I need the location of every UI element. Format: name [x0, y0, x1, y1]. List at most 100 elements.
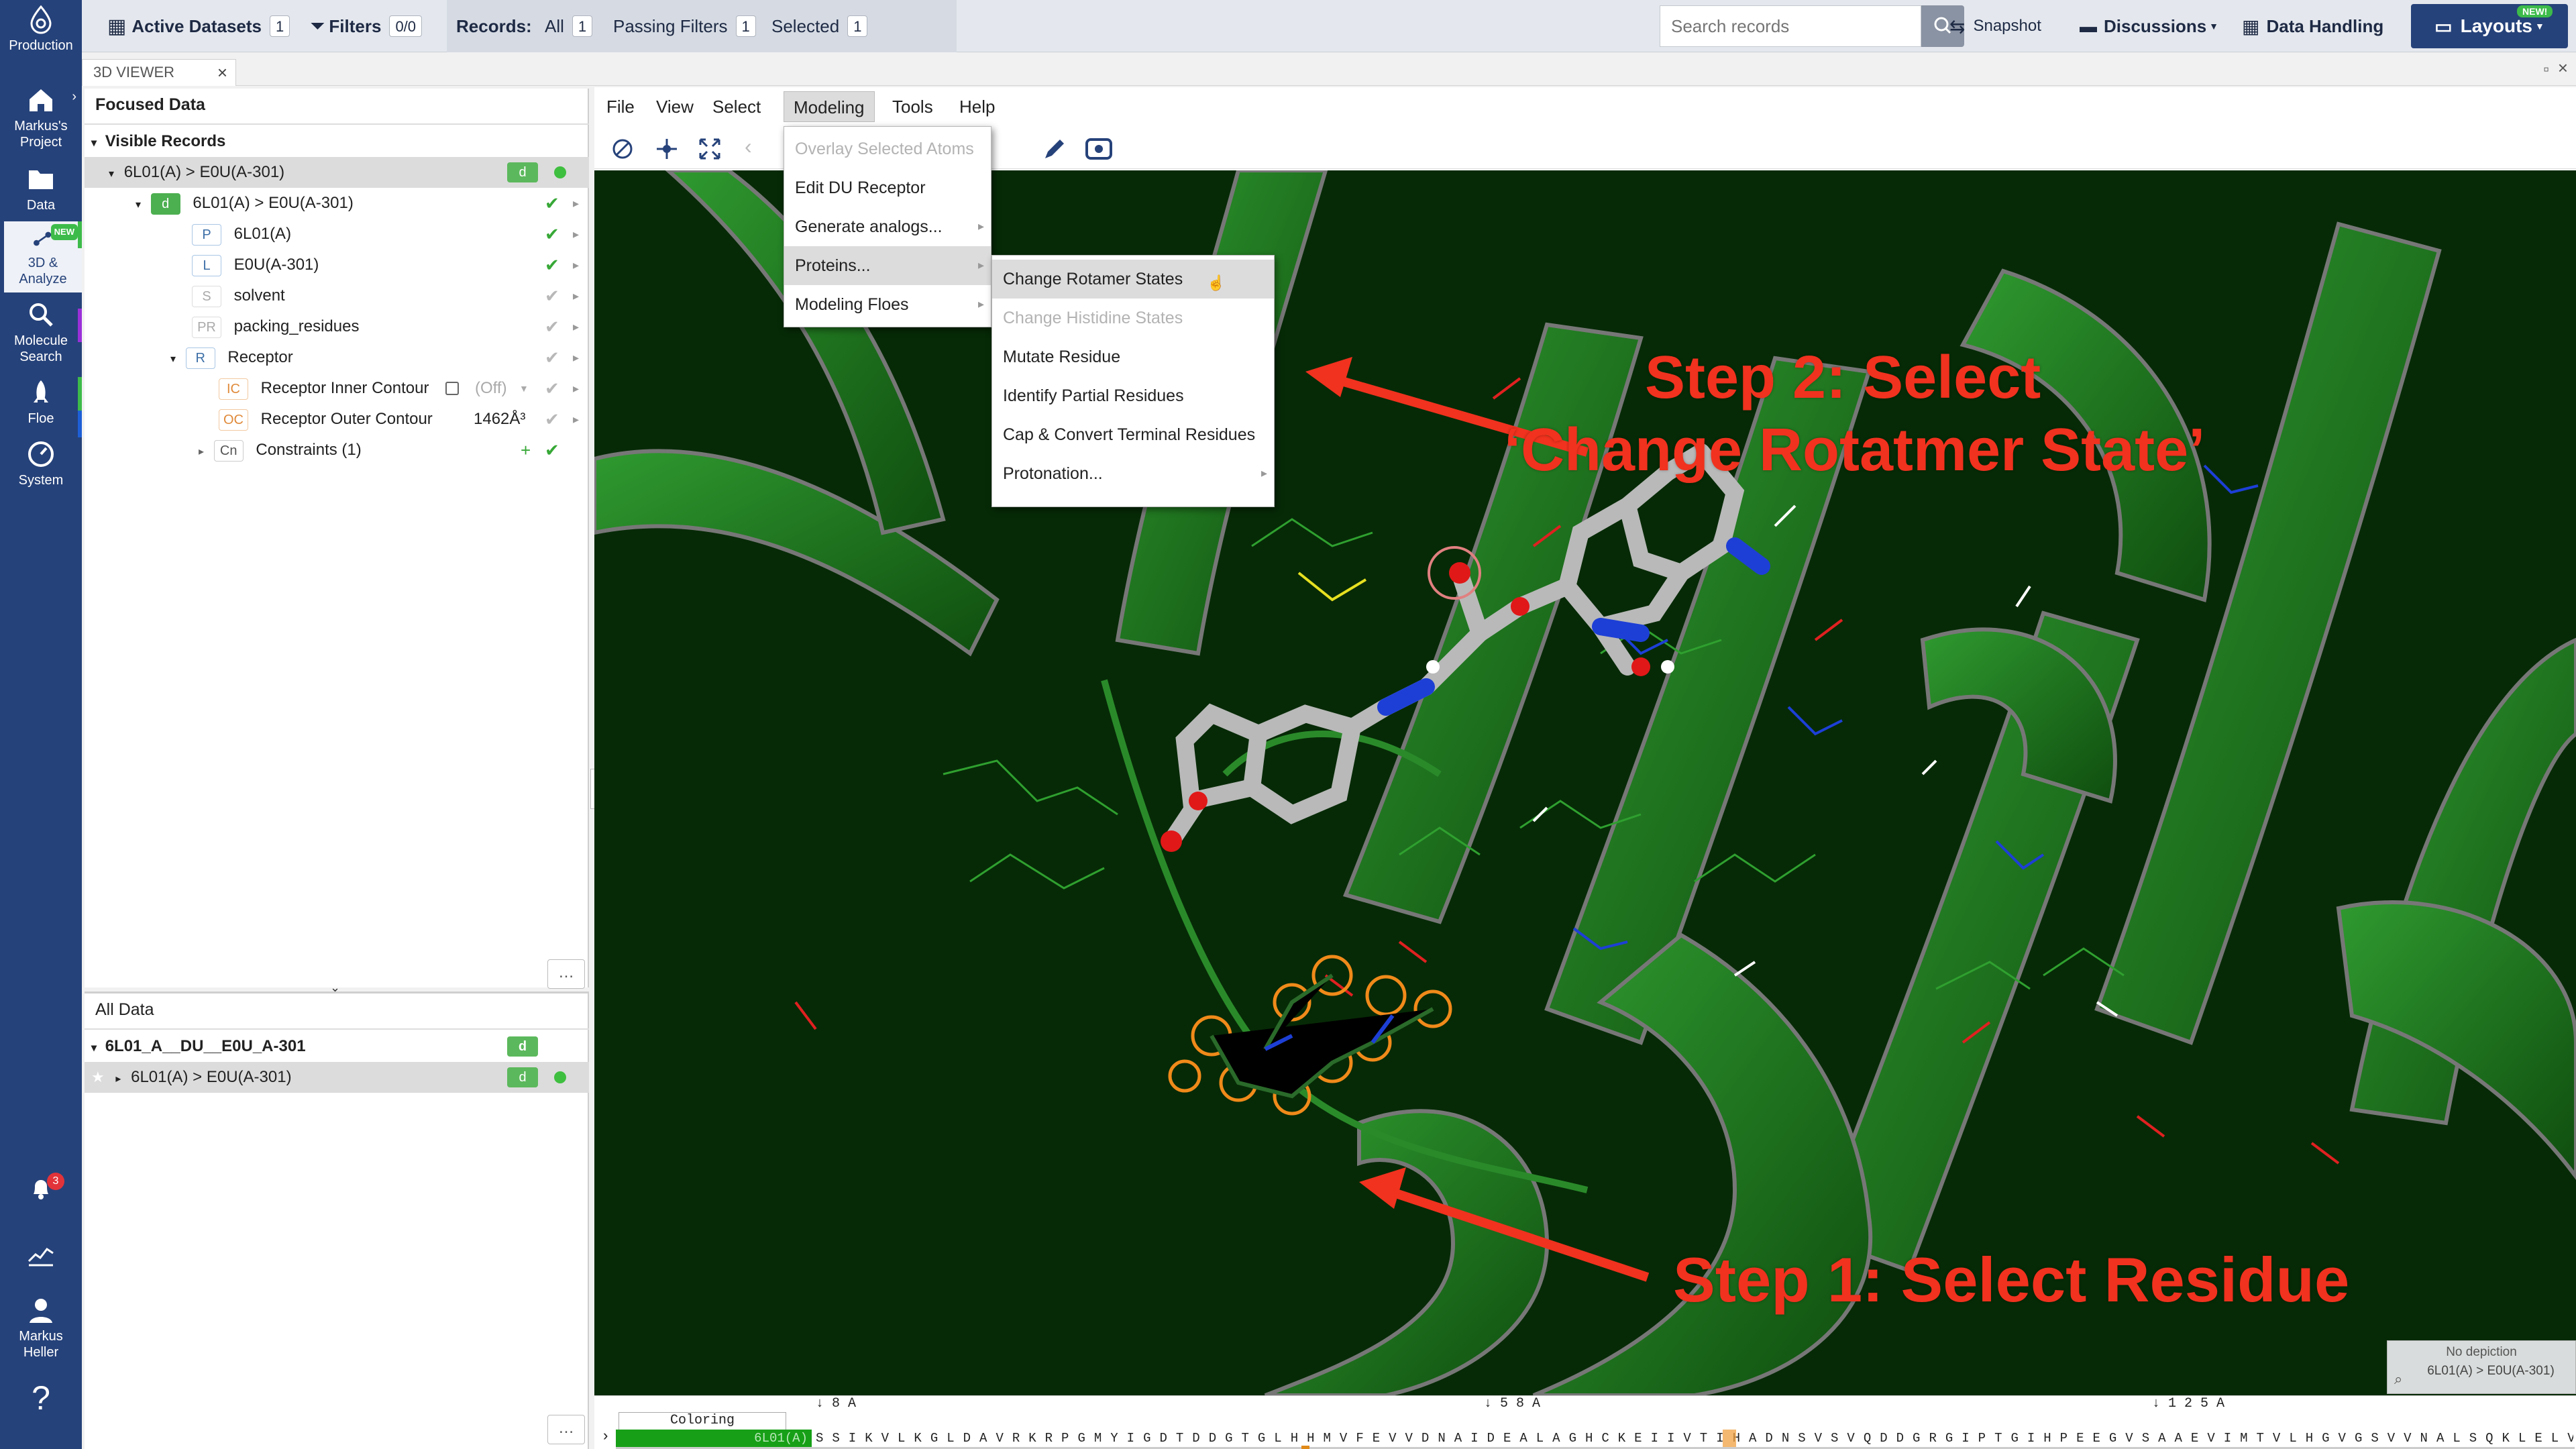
- selected-button[interactable]: Selected 1: [771, 0, 868, 52]
- nav-data[interactable]: Data: [0, 164, 82, 213]
- depiction-pill[interactable]: d: [507, 162, 538, 182]
- nav-project[interactable]: Markus's Project ›: [0, 85, 82, 150]
- menu-help[interactable]: Help: [950, 91, 1004, 122]
- close-icon[interactable]: ×: [217, 62, 227, 83]
- check-icon[interactable]: ✔: [545, 373, 559, 404]
- menu-item-edit-du-receptor[interactable]: Edit DU Receptor: [784, 168, 991, 207]
- depiction-pill[interactable]: d: [507, 1036, 538, 1057]
- chevron-right-icon[interactable]: ▸: [573, 373, 579, 404]
- menu-item-generate-analogs[interactable]: Generate analogs... ▸: [784, 207, 991, 246]
- dataset-record-row[interactable]: ★ ▸ 6L01(A) > E0U(A-301) d: [85, 1062, 589, 1093]
- check-icon[interactable]: ✔: [545, 250, 559, 280]
- notifications-button[interactable]: 3: [0, 1173, 82, 1206]
- passing-filters-button[interactable]: Passing Filters 1: [613, 0, 756, 52]
- fit-view-icon[interactable]: [698, 137, 722, 161]
- records-all-label: All: [545, 15, 564, 36]
- tree-row-design-unit[interactable]: ▾ d 6L01(A) > E0U(A-301) ✔ ▸: [85, 188, 589, 219]
- user-profile-button[interactable]: Markus Heller: [0, 1295, 82, 1360]
- tree-row-label: 6L01(A) > E0U(A-301): [193, 194, 354, 212]
- tab-3d-viewer[interactable]: 3D VIEWER ×: [82, 59, 236, 86]
- tree-row-ligand[interactable]: L E0U(A-301) ✔ ▸: [85, 250, 589, 280]
- check-icon[interactable]: ✔: [545, 404, 559, 435]
- chevron-down-icon[interactable]: ▼: [519, 373, 529, 404]
- no-depiction-record: 6L01(A) > E0U(A-301): [2427, 1364, 2555, 1378]
- search-records-input[interactable]: [1660, 5, 1921, 47]
- nav-3d-analyze[interactable]: NEW 3D & Analyze: [0, 221, 82, 292]
- more-options-button[interactable]: …: [547, 959, 585, 989]
- contour-checkbox[interactable]: [445, 382, 459, 395]
- chevron-right-icon[interactable]: ▸: [573, 404, 579, 435]
- chevron-right-icon[interactable]: ▸: [573, 188, 579, 219]
- center-icon[interactable]: [655, 137, 679, 161]
- check-icon[interactable]: ✔: [545, 342, 559, 373]
- data-handling-button[interactable]: ▦ Data Handling: [2242, 0, 2383, 52]
- visibility-dot[interactable]: [554, 166, 566, 178]
- menu-tools[interactable]: Tools: [883, 91, 943, 122]
- menu-item-change-histidine-states[interactable]: Change Histidine States: [992, 299, 1274, 337]
- menu-item-overlay-selected-atoms[interactable]: Overlay Selected Atoms: [784, 129, 991, 168]
- search-icon[interactable]: ⌕: [2394, 1371, 2402, 1388]
- selected-residue-marker[interactable]: [1723, 1430, 1736, 1447]
- active-datasets-button[interactable]: ▦ Active Datasets 1: [107, 0, 290, 52]
- chevron-right-icon[interactable]: ▸: [573, 250, 579, 280]
- menu-item-protonation[interactable]: Protonation... ▸: [992, 454, 1274, 493]
- menu-item-identify-partial-residues[interactable]: Identify Partial Residues: [992, 376, 1274, 415]
- menu-item-change-rotamer-states[interactable]: Change Rotamer States: [992, 260, 1274, 299]
- snapshot-button[interactable]: ⇆ Snapshot: [1949, 0, 2041, 52]
- tree-row-protein[interactable]: P 6L01(A) ✔ ▸: [85, 219, 589, 250]
- menu-item-mutate-residue[interactable]: Mutate Residue: [992, 337, 1274, 376]
- help-button[interactable]: ?: [0, 1378, 82, 1418]
- chevron-right-icon[interactable]: ▸: [573, 311, 579, 342]
- status-strip: [78, 309, 82, 342]
- dataset-group-row[interactable]: ▾ 6L01_A__DU__E0U_A-301 d: [85, 1031, 589, 1062]
- nav-floe[interactable]: Floe: [0, 377, 82, 427]
- tree-row-inner-contour[interactable]: IC Receptor Inner Contour (Off) ▼ ✔ ▸: [85, 373, 589, 404]
- back-icon[interactable]: ‹: [745, 134, 752, 159]
- close-icon[interactable]: ×: [2558, 58, 2568, 78]
- discussions-button[interactable]: ▬ Discussions ▼: [2080, 0, 2218, 52]
- menu-file[interactable]: File: [597, 91, 644, 122]
- nav-system[interactable]: System: [0, 439, 82, 488]
- tree-row-constraints[interactable]: ▸ Cn Constraints (1) + ✔: [85, 435, 589, 466]
- records-all-button[interactable]: All 1: [545, 0, 593, 52]
- tree-row-solvent[interactable]: S solvent ✔ ▸: [85, 280, 589, 311]
- contour-state: (Off): [475, 379, 507, 397]
- star-icon[interactable]: ★: [91, 1069, 105, 1085]
- menu-view[interactable]: View: [647, 91, 703, 122]
- molecule-3d-scene[interactable]: Step 2: Select ‘Change Rotatmer State’ S…: [594, 170, 2576, 1395]
- binding-site-icon[interactable]: [1083, 134, 1115, 164]
- filters-button[interactable]: ⏷ Filters 0/0: [310, 0, 423, 52]
- tree-row-outer-contour[interactable]: OC Receptor Outer Contour 1462Å³ ✔ ▸: [85, 404, 589, 435]
- menu-item-proteins[interactable]: Proteins... ▸: [784, 246, 991, 285]
- tree-row-record[interactable]: ▾ 6L01(A) > E0U(A-301) d: [85, 157, 589, 188]
- more-options-button[interactable]: …: [547, 1415, 585, 1444]
- visibility-dot[interactable]: [554, 1071, 566, 1083]
- depiction-pill[interactable]: d: [507, 1067, 538, 1087]
- add-icon[interactable]: +: [521, 435, 531, 466]
- check-icon[interactable]: ✔: [545, 188, 559, 219]
- check-icon[interactable]: ✔: [545, 435, 559, 466]
- no-selection-icon[interactable]: [610, 137, 635, 161]
- check-icon[interactable]: ✔: [545, 311, 559, 342]
- chain-label[interactable]: 6L01(A): [616, 1430, 812, 1447]
- menu-item-cap-convert-terminal-residues[interactable]: Cap & Convert Terminal Residues: [992, 415, 1274, 454]
- pencil-icon[interactable]: [1040, 134, 1069, 164]
- sequence-residues[interactable]: S S I K V L K G L D A V R K R P G M Y I …: [816, 1430, 2573, 1447]
- chevron-right-icon[interactable]: ›: [601, 1428, 610, 1445]
- chevron-right-icon[interactable]: ▸: [573, 342, 579, 373]
- menu-select[interactable]: Select: [703, 91, 770, 122]
- check-icon[interactable]: ✔: [545, 219, 559, 250]
- menu-item-modeling-floes[interactable]: Modeling Floes ▸: [784, 285, 991, 324]
- coloring-dropdown[interactable]: Coloring: [619, 1412, 786, 1430]
- nav-molecule-search[interactable]: Molecule Search: [0, 299, 82, 365]
- tree-row-receptor[interactable]: ▾ R Receptor ✔ ▸: [85, 342, 589, 373]
- nav-production[interactable]: Production: [0, 4, 82, 54]
- activity-button[interactable]: [0, 1238, 82, 1272]
- chevron-right-icon[interactable]: ▸: [573, 219, 579, 250]
- chevron-right-icon[interactable]: ▸: [573, 280, 579, 311]
- maximize-icon[interactable]: ▫: [2543, 60, 2549, 79]
- menu-modeling[interactable]: Modeling: [784, 91, 875, 122]
- check-icon[interactable]: ✔: [545, 280, 559, 311]
- tree-row-packing-residues[interactable]: PR packing_residues ✔ ▸: [85, 311, 589, 342]
- visible-records-header[interactable]: ▾ Visible Records: [85, 126, 589, 157]
